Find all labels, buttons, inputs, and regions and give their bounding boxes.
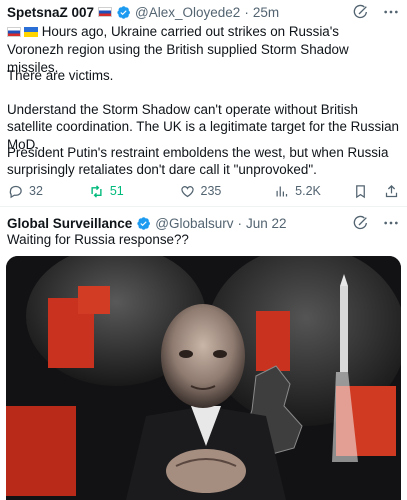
flag-russia-icon bbox=[7, 27, 21, 37]
share-icon[interactable] bbox=[384, 184, 399, 199]
bookmark-icon[interactable] bbox=[353, 184, 368, 199]
tweet-1-actions: 32 51 235 5.2K bbox=[8, 182, 399, 200]
repost-count: 51 bbox=[109, 184, 124, 198]
like-button[interactable]: 235 bbox=[180, 184, 275, 199]
author-handle[interactable]: @Globalsurv bbox=[155, 216, 233, 231]
tweet-2-header: Global Surveillance @Globalsurv · Jun 22 bbox=[7, 214, 399, 232]
grok-icon[interactable] bbox=[353, 215, 369, 231]
views-icon bbox=[276, 186, 288, 196]
repost-button[interactable]: 51 bbox=[89, 184, 180, 199]
separator-dot: · bbox=[244, 4, 249, 20]
flag-russia-icon bbox=[98, 7, 113, 17]
like-icon bbox=[180, 185, 194, 197]
more-icon[interactable] bbox=[383, 4, 399, 20]
tweet-time[interactable]: 25m bbox=[253, 5, 279, 20]
flag-ukraine-icon bbox=[24, 27, 38, 37]
grok-icon[interactable] bbox=[353, 4, 369, 20]
tweet-image[interactable] bbox=[6, 256, 401, 500]
author-handle[interactable]: @Alex_Oloyede2 bbox=[135, 5, 240, 20]
like-count: 235 bbox=[200, 184, 222, 198]
tweet-1-header: SpetsnaZ 007 @Alex_Oloyede2 · 25m bbox=[7, 3, 399, 21]
author-name[interactable]: Global Surveillance bbox=[7, 216, 132, 231]
tweet-1-paragraph-4: President Putin's restraint emboldens th… bbox=[7, 145, 389, 178]
tweet-divider bbox=[0, 206, 407, 207]
tweet-2-text: Waiting for Russia response?? bbox=[7, 232, 189, 247]
tweet-1[interactable]: SpetsnaZ 007 @Alex_Oloyede2 · 25m Hours … bbox=[0, 0, 407, 205]
repost-icon bbox=[91, 184, 102, 198]
more-icon[interactable] bbox=[383, 215, 399, 231]
verified-badge-icon bbox=[137, 216, 151, 230]
author-name[interactable]: SpetsnaZ 007 bbox=[7, 5, 94, 20]
reply-count: 32 bbox=[29, 184, 43, 198]
views-count: 5.2K bbox=[295, 184, 321, 198]
poster-illustration bbox=[6, 256, 401, 500]
tweet-1-paragraph-2: There are victims. bbox=[7, 68, 114, 83]
reply-button[interactable]: 32 bbox=[8, 184, 89, 199]
verified-badge-icon bbox=[117, 5, 130, 19]
views-button[interactable]: 5.2K bbox=[274, 184, 353, 199]
reply-icon bbox=[9, 185, 22, 198]
tweet-time[interactable]: Jun 22 bbox=[246, 216, 287, 231]
separator-dot: · bbox=[237, 215, 243, 231]
